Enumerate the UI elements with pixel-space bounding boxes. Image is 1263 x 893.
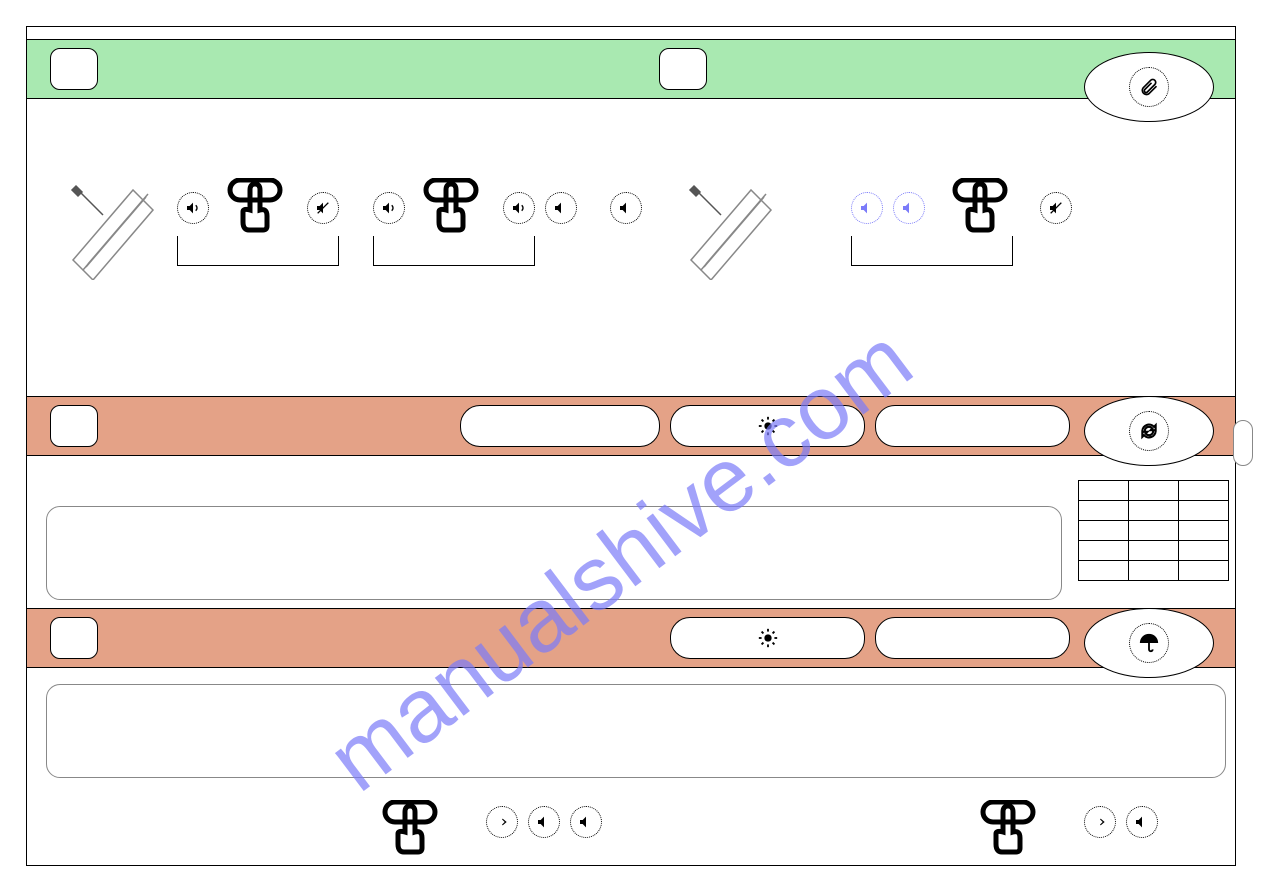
refresh-icon: [1139, 421, 1159, 441]
speaker-icon-5: [610, 192, 642, 224]
speaker-icon-1: [177, 192, 209, 224]
box-left-1: [50, 48, 98, 90]
paperclip-circle: [1129, 67, 1169, 107]
header-green: [27, 39, 1235, 99]
box-3: [50, 617, 98, 659]
umbrella-icon: [1138, 632, 1160, 654]
grid-icon: [1078, 480, 1229, 580]
box-2: [50, 405, 98, 447]
sun-icon-2: [757, 627, 779, 649]
device-icon-1: [48, 140, 158, 280]
mute-icon-1: [307, 192, 339, 224]
pill-sun-2: [670, 617, 865, 659]
pill-sun-1: [670, 405, 865, 447]
press-icon-4: [380, 800, 440, 855]
pill-3: [875, 617, 1070, 659]
arrow-icon-2: [1084, 806, 1116, 838]
content-box-2: [46, 684, 1226, 778]
press-icon-1: [225, 178, 285, 233]
speaker-icon-2: [373, 192, 405, 224]
mute-icon-2: [1040, 192, 1072, 224]
oval-paperclip[interactable]: [1084, 52, 1214, 122]
oval-umbrella[interactable]: [1084, 608, 1214, 678]
speaker-icon-9: [570, 806, 602, 838]
speaker-icon-8: [528, 806, 560, 838]
press-icon-3: [950, 178, 1010, 233]
pill-2: [875, 405, 1070, 447]
bracket-3: [851, 236, 1013, 266]
side-tab[interactable]: [1233, 420, 1253, 466]
speaker-icon-10: [1126, 806, 1158, 838]
speaker-icon-4: [545, 192, 577, 224]
box-right-1: [659, 48, 707, 90]
oval-refresh[interactable]: [1084, 396, 1214, 466]
speaker-icon-3: [503, 192, 535, 224]
umbrella-circle: [1129, 623, 1169, 663]
arrow-icon-1: [486, 806, 518, 838]
paperclip-icon: [1139, 77, 1159, 97]
bracket-1: [177, 236, 339, 266]
press-icon-5: [978, 800, 1038, 855]
content-box-1: [46, 506, 1062, 600]
speaker-icon-7: [893, 192, 925, 224]
sun-icon-1: [757, 415, 779, 437]
press-icon-2: [421, 178, 481, 233]
speaker-icon-6: [851, 192, 883, 224]
pill-1: [460, 405, 660, 447]
device-icon-2: [666, 140, 776, 280]
refresh-circle: [1129, 411, 1169, 451]
bracket-2: [373, 236, 535, 266]
